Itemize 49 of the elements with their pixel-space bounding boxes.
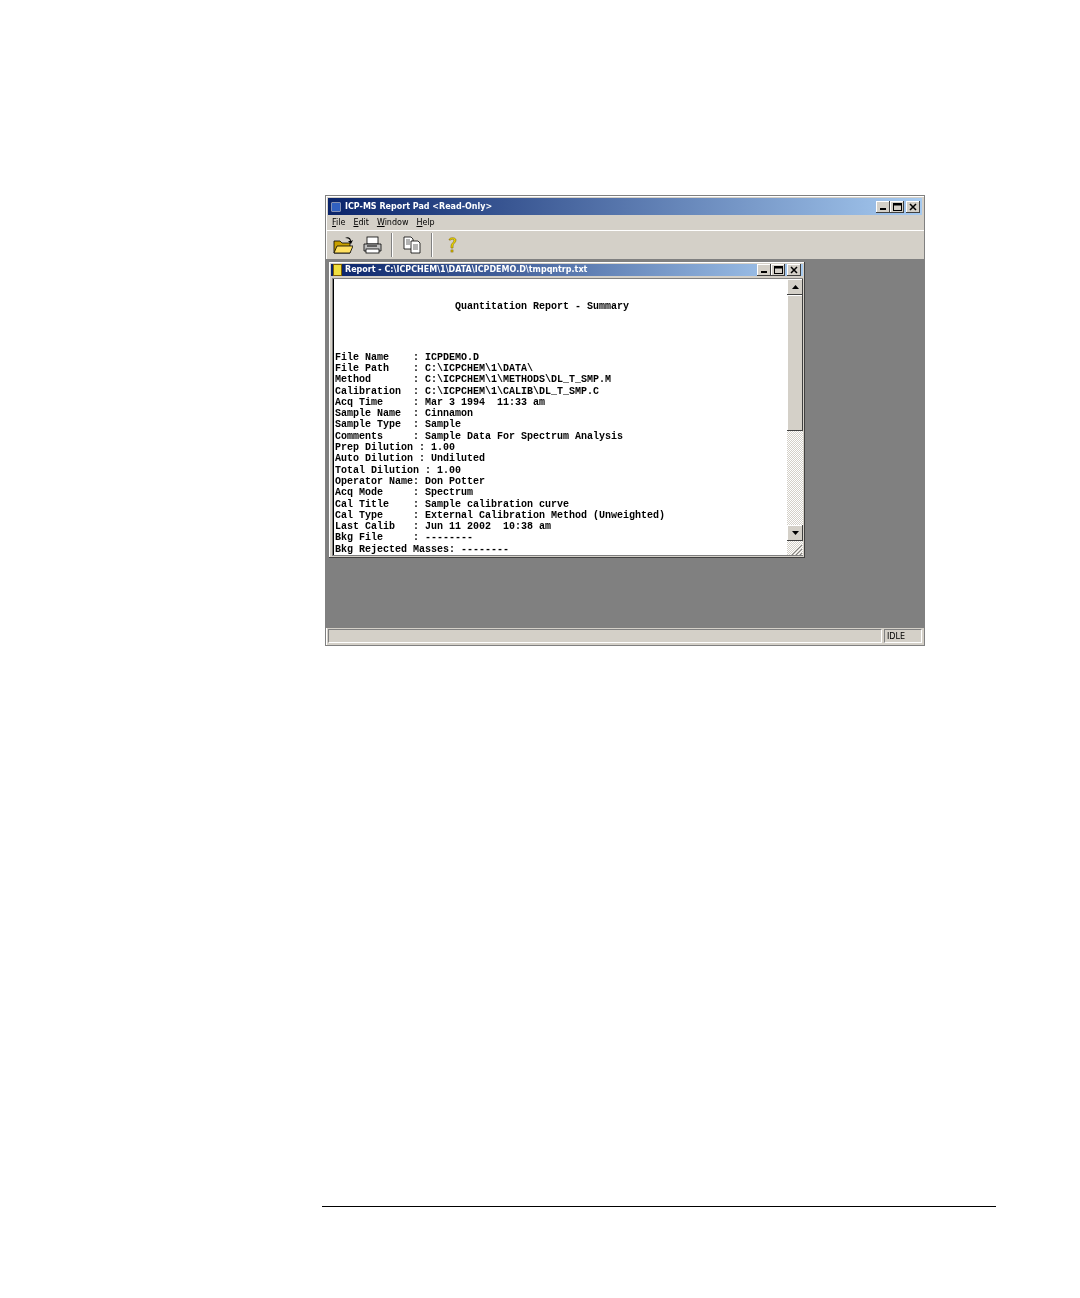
report-line: Sample Name : Cinnamon (335, 408, 474, 420)
menu-item[interactable]: File (328, 216, 350, 229)
close-icon (790, 266, 798, 275)
close-icon (909, 202, 917, 211)
minimize-button[interactable] (757, 264, 771, 277)
report-line: Sample Type : Sample (335, 419, 462, 431)
report-line: Last Calib : Jun 11 2002 10:38 am (335, 521, 552, 533)
copy-icon (402, 235, 422, 255)
report-line: Comments : Sample Data For Spectrum Analysis (335, 430, 624, 442)
report-line: Acq Time : Mar 3 1994 11:33 am (335, 396, 546, 408)
minimize-icon (761, 271, 767, 274)
window-title: Report - C:\ICPCHEM\1\DATA\ICPDEMO.D\tmpqntrp.txt (345, 264, 589, 277)
scrollbar-thumb[interactable] (787, 295, 803, 432)
menu-item[interactable]: Help (412, 216, 439, 229)
maximize-button[interactable] (771, 264, 785, 277)
report-line: Bkg File : -------- (335, 532, 474, 544)
report-line: Calibration : C:\ICPCHEM\1\CALIB\DL_T_SMP.C (335, 385, 600, 397)
window-title: ICP-MS Report Pad <Read-Only> (345, 200, 494, 213)
report-line: Cal Type : External Calibration Method (Unweighted) (335, 509, 666, 521)
maximize-icon (773, 266, 783, 275)
scrollbar[interactable] (787, 279, 803, 555)
printer-icon (362, 235, 382, 255)
report-line: Prep Dilution : 1.00 (335, 442, 456, 454)
maximize-icon (892, 202, 902, 211)
minimize-icon (880, 207, 886, 210)
maximize-button[interactable] (890, 200, 904, 213)
report-line: Method : C:\ICPCHEM\1\METHODS\DL_T_SMP.M (335, 374, 612, 386)
menu-item[interactable]: Window (372, 216, 413, 229)
folder-icon (333, 235, 353, 255)
report-line: File Name : ICPDEMO.D (335, 351, 480, 363)
close-button[interactable] (787, 264, 801, 277)
close-button[interactable] (906, 200, 920, 213)
minimize-button[interactable] (876, 200, 890, 213)
status-text: IDLE (884, 629, 922, 643)
report-line: File Path : C:\ICPCHEM\1\DATA\ (335, 362, 534, 374)
scroll-down-button[interactable] (787, 525, 803, 541)
scroll-up-button[interactable] (787, 279, 803, 296)
menu-item[interactable]: Edit (349, 216, 373, 229)
window-icon (330, 200, 342, 213)
report-line: Bkg Rejected Masses: -------- (335, 543, 510, 555)
report-line: Cal Title : Sample calibration curve (335, 498, 570, 510)
report-line: Acq Mode : Spectrum (335, 487, 474, 499)
report-heading: Quantitation Report - Summary (455, 301, 630, 313)
up-arrow-icon (791, 285, 799, 290)
report-line: Total Dilution : 1.00 (335, 464, 462, 476)
report-line: Auto Dilution : Undiluted (335, 453, 486, 465)
report-line: Operator Name: Don Potter (335, 475, 486, 488)
down-arrow-icon (791, 531, 799, 535)
document-icon (333, 264, 342, 277)
